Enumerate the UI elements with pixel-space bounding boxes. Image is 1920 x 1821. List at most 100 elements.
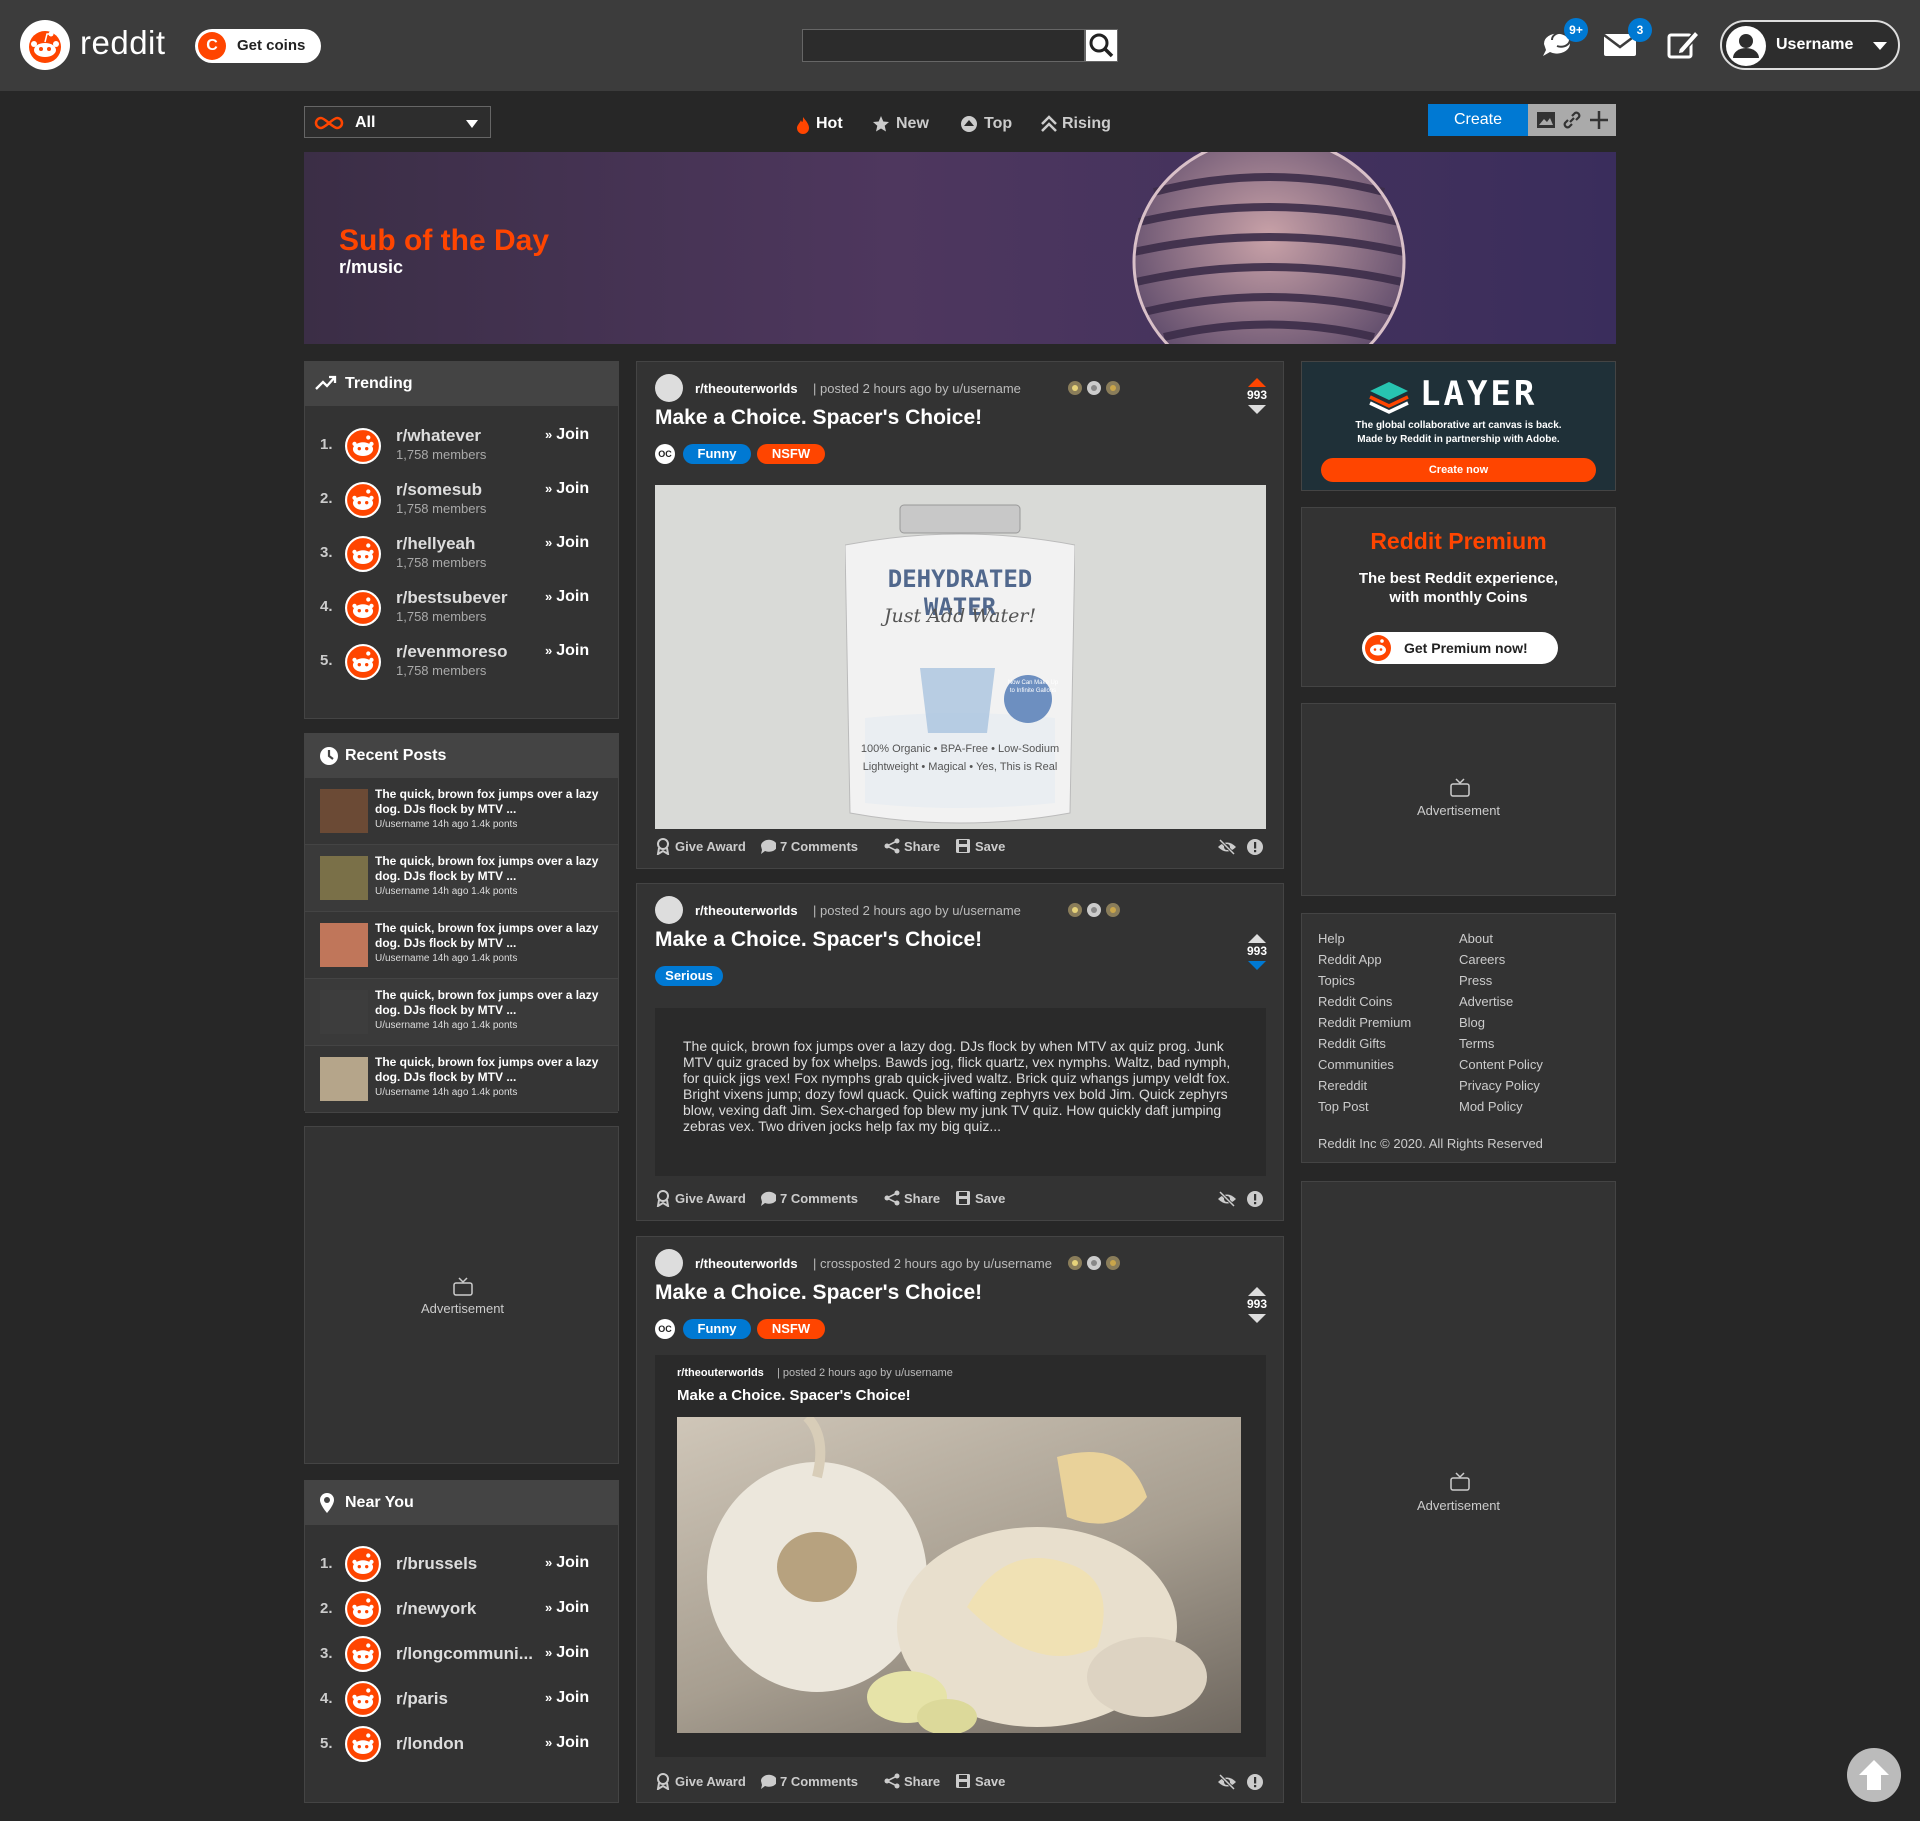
layer-create-button[interactable]: Create now [1321, 458, 1596, 482]
join-button[interactable]: » Join [545, 426, 589, 444]
near-you-item[interactable]: 1. r/brussels» Join [305, 1543, 618, 1588]
recent-post-item[interactable]: The quick, brown fox jumps over a lazy d… [305, 845, 618, 912]
footer-link[interactable]: Reddit Coins [1318, 991, 1411, 1012]
near-you-item[interactable]: 5. r/london» Join [305, 1723, 618, 1768]
footer-link[interactable]: Topics [1318, 970, 1411, 991]
post-thumbnail[interactable] [320, 789, 368, 833]
reddit-wordmark[interactable]: reddit [80, 24, 166, 62]
recent-post-title[interactable]: The quick, brown fox jumps over a lazy d… [375, 787, 610, 817]
post-card[interactable]: r/theouterworlds | posted 2 hours ago by… [636, 361, 1284, 869]
post-subreddit[interactable]: r/theouterworlds [695, 903, 798, 918]
near-you-item[interactable]: 3. r/longcommuni...» Join [305, 1633, 618, 1678]
flair-serious[interactable]: Serious [655, 966, 723, 986]
crosspost-embed[interactable]: r/theouterworlds | posted 2 hours ago by… [655, 1355, 1266, 1757]
upvote-icon[interactable] [1237, 376, 1277, 388]
upvote-icon[interactable] [1237, 1285, 1277, 1297]
post-card[interactable]: r/theouterworlds | posted 2 hours ago by… [636, 883, 1284, 1221]
post-image[interactable]: DEHYDRATED WATER Just Add Water! Now Can… [655, 485, 1266, 829]
subreddit-name[interactable]: r/whatever [396, 426, 481, 446]
subreddit-name[interactable]: r/evenmoreso [396, 642, 508, 662]
footer-link[interactable]: Careers [1459, 949, 1543, 970]
trending-item[interactable]: 3. r/hellyeah 1,758 members » Join [305, 532, 618, 586]
recent-post-title[interactable]: The quick, brown fox jumps over a lazy d… [375, 921, 610, 951]
report-icon[interactable] [1246, 838, 1264, 856]
join-button[interactable]: » Join [545, 1689, 589, 1707]
footer-link[interactable]: Mod Policy [1459, 1096, 1543, 1117]
report-icon[interactable] [1246, 1190, 1264, 1208]
subreddit-name[interactable]: r/longcommuni... [396, 1644, 544, 1664]
footer-link[interactable]: Content Policy [1459, 1054, 1543, 1075]
sub-of-the-day-banner[interactable]: Sub of the Day r/music [304, 152, 1616, 344]
subreddit-name[interactable]: r/bestsubever [396, 588, 508, 608]
footer-link[interactable]: Top Post [1318, 1096, 1411, 1117]
mail-button[interactable]: 3 [1598, 18, 1652, 66]
flair-nsfw[interactable]: NSFW [757, 1319, 825, 1339]
footer-link[interactable]: Advertise [1459, 991, 1543, 1012]
join-button[interactable]: » Join [545, 1734, 589, 1752]
footer-link[interactable]: Blog [1459, 1012, 1543, 1033]
hide-icon[interactable] [1217, 1190, 1237, 1208]
footer-link[interactable]: Reddit App [1318, 949, 1411, 970]
trending-item[interactable]: 4. r/bestsubever 1,758 members » Join [305, 586, 618, 640]
trending-item[interactable]: 1. r/whatever 1,758 members » Join [305, 424, 618, 478]
scroll-to-top-button[interactable] [1847, 1748, 1901, 1802]
subreddit-name[interactable]: r/newyork [396, 1599, 544, 1619]
footer-link[interactable]: About [1459, 928, 1543, 949]
footer-link[interactable]: Reddit Premium [1318, 1012, 1411, 1033]
right-advertisement-top[interactable]: Advertisement [1301, 703, 1616, 896]
footer-link[interactable]: Reddit Gifts [1318, 1033, 1411, 1054]
image-icon[interactable] [1536, 111, 1556, 129]
post-subreddit[interactable]: r/theouterworlds [695, 381, 798, 396]
hide-icon[interactable] [1217, 1773, 1237, 1791]
downvote-icon[interactable] [1237, 1311, 1277, 1325]
subreddit-name[interactable]: r/paris [396, 1689, 544, 1709]
post-title[interactable]: Make a Choice. Spacer's Choice! [655, 1281, 982, 1305]
hide-icon[interactable] [1217, 838, 1237, 856]
join-button[interactable]: » Join [545, 588, 589, 606]
banner-subreddit[interactable]: r/music [339, 257, 403, 278]
join-button[interactable]: » Join [545, 1599, 589, 1617]
footer-link[interactable]: Press [1459, 970, 1543, 991]
user-menu[interactable]: Username [1720, 20, 1900, 70]
post-card[interactable]: r/theouterworlds | crossposted 2 hours a… [636, 1236, 1284, 1803]
get-premium-button[interactable]: Get Premium now! [1362, 632, 1558, 664]
post-subreddit[interactable]: r/theouterworlds [695, 1256, 798, 1271]
left-advertisement[interactable]: Advertisement [304, 1126, 619, 1464]
recent-post-item[interactable]: The quick, brown fox jumps over a lazy d… [305, 778, 618, 845]
recent-post-item[interactable]: The quick, brown fox jumps over a lazy d… [305, 1046, 618, 1113]
subreddit-avatar[interactable] [655, 1249, 683, 1277]
get-coins-button[interactable]: C Get coins [195, 29, 321, 63]
layer-ad[interactable]: LAYER The global collaborative art canva… [1301, 361, 1616, 491]
flair-nsfw[interactable]: NSFW [757, 444, 825, 464]
footer-link[interactable]: Terms [1459, 1033, 1543, 1054]
flair-funny[interactable]: Funny [683, 1319, 751, 1339]
near-you-item[interactable]: 2. r/newyork» Join [305, 1588, 618, 1633]
search-button[interactable] [1085, 29, 1118, 62]
footer-link[interactable]: Help [1318, 928, 1411, 949]
crosspost-image[interactable] [677, 1417, 1241, 1733]
report-icon[interactable] [1246, 1773, 1264, 1791]
right-advertisement-bottom[interactable]: Advertisement [1301, 1181, 1616, 1803]
recent-post-title[interactable]: The quick, brown fox jumps over a lazy d… [375, 1055, 610, 1085]
post-awards[interactable] [1067, 1255, 1121, 1271]
post-awards[interactable] [1067, 380, 1121, 396]
join-button[interactable]: » Join [545, 642, 589, 660]
create-button[interactable]: Create [1428, 104, 1528, 136]
subreddit-avatar[interactable] [655, 896, 683, 924]
near-you-item[interactable]: 4. r/paris» Join [305, 1678, 618, 1723]
downvote-icon[interactable] [1237, 958, 1277, 972]
join-button[interactable]: » Join [545, 480, 589, 498]
post-thumbnail[interactable] [320, 923, 368, 967]
post-title[interactable]: Make a Choice. Spacer's Choice! [655, 928, 982, 952]
recent-post-title[interactable]: The quick, brown fox jumps over a lazy d… [375, 854, 610, 884]
join-button[interactable]: » Join [545, 534, 589, 552]
subreddit-name[interactable]: r/london [396, 1734, 544, 1754]
plus-icon[interactable] [1588, 109, 1610, 131]
subreddit-name[interactable]: r/hellyeah [396, 534, 475, 554]
subreddit-avatar[interactable] [655, 374, 683, 402]
recent-post-item[interactable]: The quick, brown fox jumps over a lazy d… [305, 979, 618, 1046]
recent-post-item[interactable]: The quick, brown fox jumps over a lazy d… [305, 912, 618, 979]
flair-funny[interactable]: Funny [683, 444, 751, 464]
chat-button[interactable]: 9+ [1536, 18, 1588, 66]
post-awards[interactable] [1067, 902, 1121, 918]
